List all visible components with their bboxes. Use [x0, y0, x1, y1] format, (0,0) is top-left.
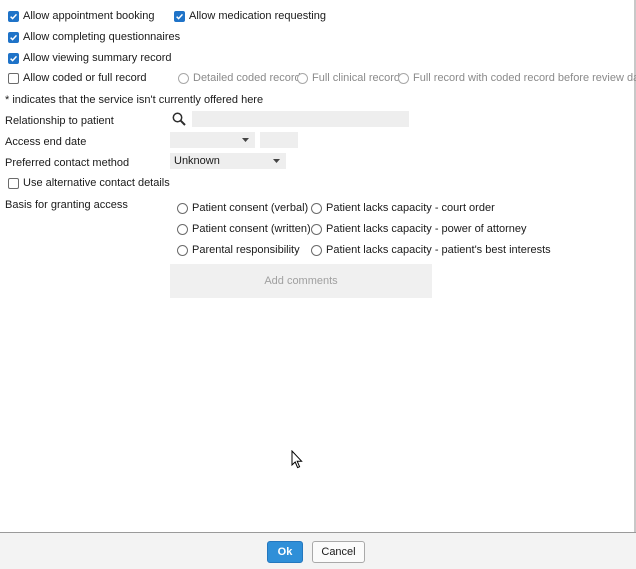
- detailed-coded-record-label: Detailed coded record: [193, 72, 301, 84]
- viewing-summary-checkbox[interactable]: Allow viewing summary record: [8, 52, 172, 64]
- basis-parental-radio[interactable]: Parental responsibility: [177, 244, 300, 256]
- basis-verbal-label: Patient consent (verbal): [192, 202, 309, 214]
- ok-button[interactable]: Ok: [267, 541, 303, 563]
- service-note: * indicates that the service isn't curre…: [5, 94, 264, 106]
- basis-best-interests-radio[interactable]: Patient lacks capacity - patient's best …: [311, 244, 551, 256]
- access-end-date-label: Access end date: [5, 136, 87, 148]
- chevron-down-icon: [242, 138, 249, 142]
- basis-verbal-radio[interactable]: Patient consent (verbal): [177, 202, 308, 214]
- check-icon: [8, 31, 19, 43]
- full-clinical-record-radio[interactable]: Full clinical record: [297, 72, 400, 84]
- basis-power-of-attorney-radio[interactable]: Patient lacks capacity - power of attorn…: [311, 223, 527, 235]
- check-icon: [8, 10, 19, 22]
- basis-court-order-radio[interactable]: Patient lacks capacity - court order: [311, 202, 495, 214]
- medication-requesting-checkbox[interactable]: Allow medication requesting: [174, 10, 326, 22]
- coded-or-full-label: Allow coded or full record: [23, 72, 147, 84]
- alt-contact-checkbox[interactable]: Use alternative contact details: [8, 177, 170, 189]
- completing-questionnaires-label: Allow completing questionnaires: [23, 31, 181, 43]
- relationship-label: Relationship to patient: [5, 115, 114, 127]
- full-record-review-date-label: Full record with coded record before rev…: [413, 72, 636, 84]
- access-end-time-input[interactable]: [260, 132, 298, 148]
- check-icon: [174, 10, 185, 22]
- coded-or-full-checkbox[interactable]: Allow coded or full record: [8, 72, 147, 84]
- basis-power-of-attorney-label: Patient lacks capacity - power of attorn…: [326, 223, 527, 235]
- full-clinical-record-label: Full clinical record: [312, 72, 401, 84]
- completing-questionnaires-checkbox[interactable]: Allow completing questionnaires: [8, 31, 180, 43]
- basis-written-label: Patient consent (written): [192, 223, 311, 235]
- basis-parental-label: Parental responsibility: [192, 244, 300, 256]
- appointment-booking-label: Allow appointment booking: [23, 10, 155, 22]
- basis-court-order-label: Patient lacks capacity - court order: [326, 202, 495, 214]
- relationship-input[interactable]: [192, 111, 409, 127]
- appointment-booking-checkbox[interactable]: Allow appointment booking: [8, 10, 154, 22]
- add-comments-button[interactable]: Add comments: [170, 264, 432, 298]
- basis-best-interests-label: Patient lacks capacity - patient's best …: [326, 244, 551, 256]
- preferred-contact-dropdown[interactable]: Unknown: [170, 153, 286, 169]
- preferred-contact-label: Preferred contact method: [5, 157, 130, 169]
- full-record-review-date-radio[interactable]: Full record with coded record before rev…: [398, 72, 636, 84]
- preferred-contact-value: Unknown: [174, 155, 220, 167]
- access-end-date-dropdown[interactable]: [170, 132, 255, 148]
- detailed-coded-record-radio[interactable]: Detailed coded record: [178, 72, 301, 84]
- medication-requesting-label: Allow medication requesting: [189, 10, 326, 22]
- chevron-down-icon: [273, 159, 280, 163]
- basis-label: Basis for granting access: [5, 199, 128, 211]
- search-icon[interactable]: [170, 110, 188, 128]
- cancel-button[interactable]: Cancel: [312, 541, 365, 563]
- add-comments-label: Add comments: [264, 275, 338, 287]
- basis-written-radio[interactable]: Patient consent (written): [177, 223, 311, 235]
- mouse-cursor-icon: [291, 450, 303, 469]
- check-icon: [8, 52, 19, 64]
- viewing-summary-label: Allow viewing summary record: [23, 52, 172, 64]
- alt-contact-label: Use alternative contact details: [23, 177, 170, 189]
